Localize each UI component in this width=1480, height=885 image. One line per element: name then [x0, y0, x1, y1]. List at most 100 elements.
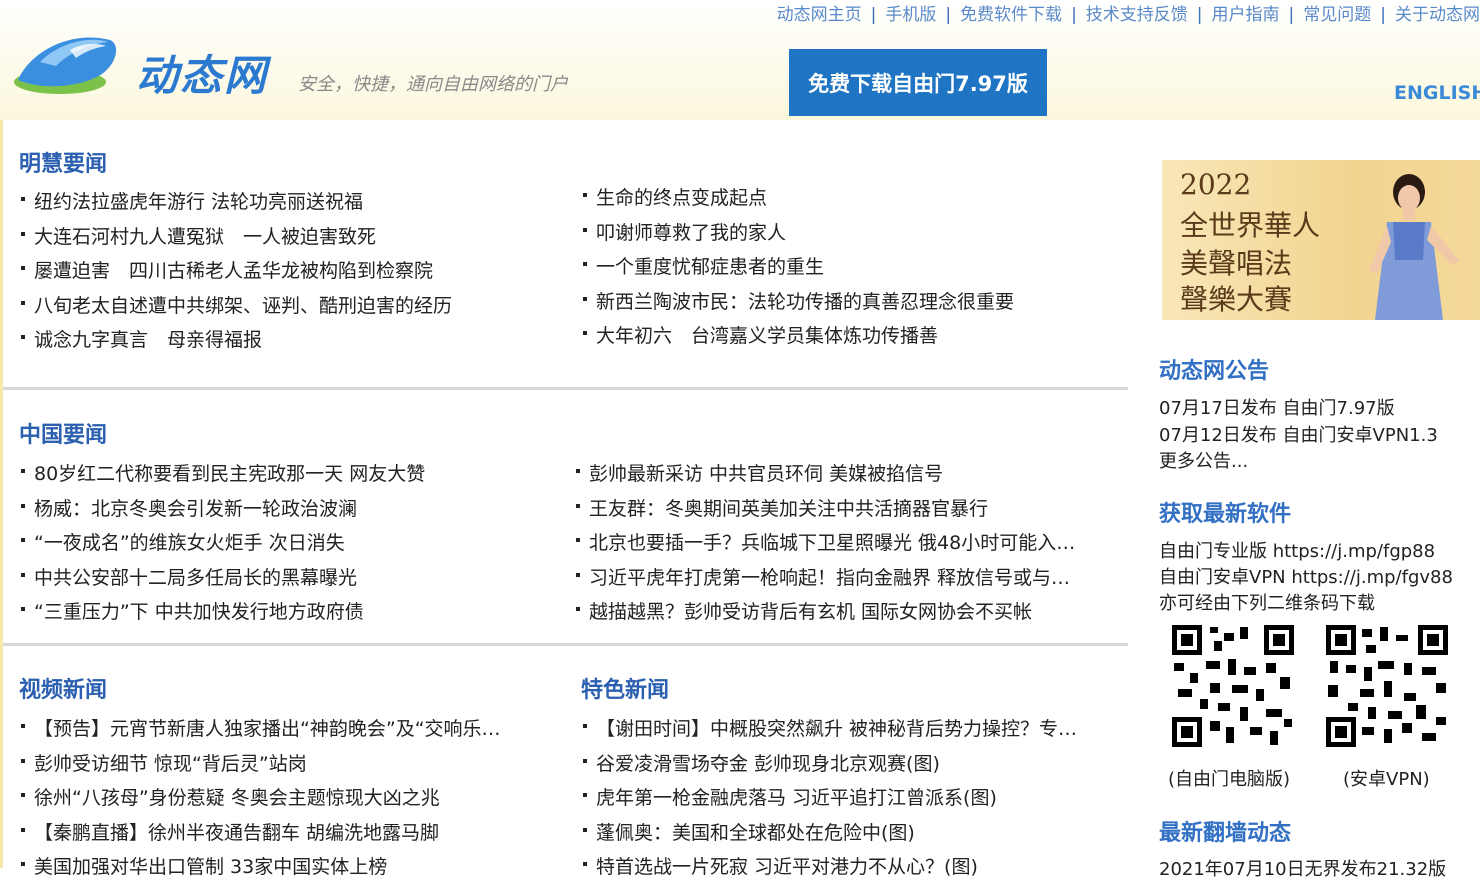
- software-title[interactable]: 获取最新软件: [1159, 496, 1291, 528]
- list-item[interactable]: 谷爱凌滑雪场夺金 彭帅现身北京观赛(图): [581, 747, 1087, 782]
- list-item[interactable]: 蓬佩奥：美国和全球都处在危险中(图): [581, 816, 1087, 851]
- list-item[interactable]: 特首选战一片死寂 习近平对港力不从心？(图): [581, 850, 1087, 885]
- announce-item[interactable]: 07月12日发布 自由门安卓VPN1.3: [1159, 421, 1438, 447]
- list-item[interactable]: 美国加强对华出口管制 33家中国实体上榜: [19, 850, 519, 885]
- list-item[interactable]: 中共公安部十二局多任局长的黑幕曝光: [19, 561, 549, 596]
- news-link[interactable]: 【预告】元宵节新唐人独家播出“神韵晚会”及“交响乐团”演出: [34, 718, 519, 740]
- banner-line: 美聲唱法: [1180, 247, 1293, 280]
- nav-about[interactable]: 关于动态网: [1395, 5, 1480, 25]
- slogan: 安全，快捷，通向自由网络的门户: [298, 74, 568, 95]
- list-item[interactable]: 大年初六 台湾嘉义学员集体炼功传播善: [581, 319, 1121, 354]
- announce-item[interactable]: 07月17日发布 自由门7.97版: [1159, 394, 1395, 420]
- nav-separator: |: [1288, 5, 1295, 25]
- nav-support[interactable]: 技术支持反馈: [1086, 5, 1188, 25]
- section-title-china[interactable]: 中国要闻: [19, 417, 107, 449]
- news-link[interactable]: 八旬老太自述遭中共绑架、诬判、酷刑迫害的经历: [34, 295, 452, 317]
- banner-line: 全世界華人: [1180, 209, 1321, 242]
- qr-code-pc: [1170, 623, 1296, 749]
- list-item[interactable]: 大连石河村九人遭冤狱 一人被迫害致死: [19, 220, 564, 255]
- list-item[interactable]: 王友群：冬奥期间英美加关注中共活摘器官暴行: [574, 492, 1080, 527]
- english-link[interactable]: ENGLISH: [1394, 82, 1480, 104]
- news-link[interactable]: 特首选战一片死寂 习近平对港力不从心？(图): [596, 856, 978, 878]
- news-link[interactable]: 纽约法拉盛虎年游行 法轮功亮丽送祝福: [34, 191, 363, 213]
- news-link[interactable]: 【秦鹏直播】徐州半夜通告翻车 胡编洗地露马脚: [34, 822, 439, 844]
- list-item[interactable]: 诚念九字真言 母亲得福报: [19, 323, 564, 358]
- news-link[interactable]: 越描越黑？彭帅受访背后有玄机 国际女网协会不买帐: [589, 601, 1032, 623]
- news-link[interactable]: “三重压力”下 中共加快发行地方政府债: [34, 601, 364, 623]
- list-item[interactable]: 杨威：北京冬奥会引发新一轮政治波澜: [19, 492, 549, 527]
- list-item[interactable]: 一个重度忧郁症患者的重生: [581, 250, 1121, 285]
- news-link[interactable]: 一个重度忧郁症患者的重生: [596, 256, 824, 278]
- banner-year: 2022: [1180, 168, 1252, 201]
- list-item[interactable]: 【秦鹏直播】徐州半夜通告翻车 胡编洗地露马脚: [19, 816, 519, 851]
- news-link[interactable]: 北京也要插一手？兵临城下卫星照曝光 俄48小时可能入侵乌克兰: [589, 532, 1080, 554]
- china-left-list: 80岁红二代称要看到民主宪政那一天 网友大赞 杨威：北京冬奥会引发新一轮政治波澜…: [19, 457, 549, 630]
- news-link[interactable]: 大年初六 台湾嘉义学员集体炼功传播善: [596, 325, 938, 347]
- nav-faq[interactable]: 常见问题: [1303, 5, 1371, 25]
- news-link[interactable]: 大连石河村九人遭冤狱 一人被迫害致死: [34, 226, 376, 248]
- software-link-pc[interactable]: 自由门专业版 https://j.mp/fgp88: [1159, 537, 1435, 563]
- news-link[interactable]: “一夜成名”的维族女火炬手 次日消失: [34, 532, 345, 554]
- news-link[interactable]: 彭帅受访细节 惊现“背后灵”站岗: [34, 753, 307, 775]
- news-link[interactable]: 虎年第一枪金融虎落马 习近平追打江曾派系(图): [596, 787, 997, 809]
- list-item[interactable]: 彭帅最新采访 中共官员环伺 美媒被掐信号: [574, 457, 1080, 492]
- list-item[interactable]: 新西兰陶波市民：法轮功传播的真善忍理念很重要: [581, 285, 1121, 320]
- list-item[interactable]: 彭帅受访细节 惊现“背后灵”站岗: [19, 747, 519, 782]
- download-button[interactable]: 免费下载自由门7.97版: [789, 49, 1047, 116]
- news-link[interactable]: 中共公安部十二局多任局长的黑幕曝光: [34, 567, 357, 589]
- list-item[interactable]: 越描越黑？彭帅受访背后有玄机 国际女网协会不买帐: [574, 595, 1080, 630]
- list-item[interactable]: 生命的终点变成起点: [581, 181, 1121, 216]
- logo-text[interactable]: 动态网: [136, 42, 268, 103]
- section-title-feature[interactable]: 特色新闻: [581, 672, 669, 704]
- latest-item[interactable]: 2021年07月10日无界发布21.32版: [1159, 855, 1446, 881]
- list-item[interactable]: 虎年第一枪金融虎落马 习近平追打江曾派系(图): [581, 781, 1087, 816]
- news-link[interactable]: 【谢田时间】中概股突然飙升 被神秘背后势力操控？专家解读: [596, 718, 1087, 740]
- top-nav: 动态网主页 | 手机版 | 免费软件下载 | 技术支持反馈 | 用户指南 | 常见问题 | 关于动态网: [777, 0, 1480, 25]
- minghui-left-list: 纽约法拉盛虎年游行 法轮功亮丽送祝福 大连石河村九人遭冤狱 一人被迫害致死 屡遭…: [19, 185, 564, 358]
- news-link[interactable]: 80岁红二代称要看到民主宪政那一天 网友大赞: [34, 463, 425, 485]
- news-link[interactable]: 习近平虎年打虎第一枪响起！指向金融界 释放信号或与二十大有关: [589, 567, 1080, 589]
- list-item[interactable]: 叩谢师尊救了我的家人: [581, 216, 1121, 251]
- list-item[interactable]: 纽约法拉盛虎年游行 法轮功亮丽送祝福: [19, 185, 564, 220]
- section-title-video[interactable]: 视频新闻: [19, 672, 107, 704]
- list-item[interactable]: 80岁红二代称要看到民主宪政那一天 网友大赞: [19, 457, 549, 492]
- news-link[interactable]: 诚念九字真言 母亲得福报: [34, 329, 262, 351]
- section-divider: [3, 387, 1128, 390]
- nav-home[interactable]: 动态网主页: [777, 5, 862, 25]
- latest-title[interactable]: 最新翻墙动态: [1159, 815, 1291, 847]
- nav-guide[interactable]: 用户指南: [1212, 5, 1280, 25]
- qr-code-android: [1324, 623, 1450, 749]
- contest-banner[interactable]: 2022 全世界華人 美聲唱法 聲樂大賽: [1162, 160, 1480, 320]
- news-link[interactable]: 杨威：北京冬奥会引发新一轮政治波澜: [34, 498, 357, 520]
- logo-icon[interactable]: [10, 22, 122, 102]
- list-item[interactable]: 屡遭迫害 四川古稀老人孟华龙被构陷到检察院: [19, 254, 564, 289]
- news-link[interactable]: 王友群：冬奥期间英美加关注中共活摘器官暴行: [589, 498, 988, 520]
- list-item[interactable]: 习近平虎年打虎第一枪响起！指向金融界 释放信号或与二十大有关: [574, 561, 1080, 596]
- news-link[interactable]: 徐州“八孩母”身份惹疑 冬奥会主题惊现大凶之兆: [34, 787, 440, 809]
- nav-separator: |: [1071, 5, 1077, 25]
- section-title-minghui[interactable]: 明慧要闻: [19, 146, 107, 178]
- news-link[interactable]: 蓬佩奥：美国和全球都处在危险中(图): [596, 822, 915, 844]
- list-item[interactable]: 北京也要插一手？兵临城下卫星照曝光 俄48小时可能入侵乌克兰: [574, 526, 1080, 561]
- more-announce-link[interactable]: 更多公告...: [1159, 447, 1248, 473]
- news-link[interactable]: 美国加强对华出口管制 33家中国实体上榜: [34, 856, 387, 878]
- announce-title[interactable]: 动态网公告: [1159, 353, 1269, 385]
- list-item[interactable]: “三重压力”下 中共加快发行地方政府债: [19, 595, 549, 630]
- minghui-right-list: 生命的终点变成起点 叩谢师尊救了我的家人 一个重度忧郁症患者的重生 新西兰陶波市…: [581, 181, 1121, 354]
- news-link[interactable]: 屡遭迫害 四川古稀老人孟华龙被构陷到检察院: [34, 260, 433, 282]
- news-link[interactable]: 生命的终点变成起点: [596, 187, 767, 209]
- list-item[interactable]: 八旬老太自述遭中共绑架、诬判、酷刑迫害的经历: [19, 289, 564, 324]
- list-item[interactable]: 【谢田时间】中概股突然飙升 被神秘背后势力操控？专家解读: [581, 712, 1087, 747]
- news-link[interactable]: 新西兰陶波市民：法轮功传播的真善忍理念很重要: [596, 291, 1014, 313]
- nav-download[interactable]: 免费软件下载: [960, 5, 1062, 25]
- china-right-list: 彭帅最新采访 中共官员环伺 美媒被掐信号 王友群：冬奥期间英美加关注中共活摘器官…: [574, 457, 1080, 630]
- news-link[interactable]: 叩谢师尊救了我的家人: [596, 222, 786, 244]
- left-border: [0, 120, 3, 868]
- software-link-android[interactable]: 自由门安卓VPN https://j.mp/fgv88: [1159, 563, 1453, 589]
- list-item[interactable]: 【预告】元宵节新唐人独家播出“神韵晚会”及“交响乐团”演出: [19, 712, 519, 747]
- list-item[interactable]: 徐州“八孩母”身份惹疑 冬奥会主题惊现大凶之兆: [19, 781, 519, 816]
- list-item[interactable]: “一夜成名”的维族女火炬手 次日消失: [19, 526, 549, 561]
- nav-mobile[interactable]: 手机版: [885, 5, 936, 25]
- news-link[interactable]: 谷爱凌滑雪场夺金 彭帅现身北京观赛(图): [596, 753, 940, 775]
- news-link[interactable]: 彭帅最新采访 中共官员环伺 美媒被掐信号: [589, 463, 943, 485]
